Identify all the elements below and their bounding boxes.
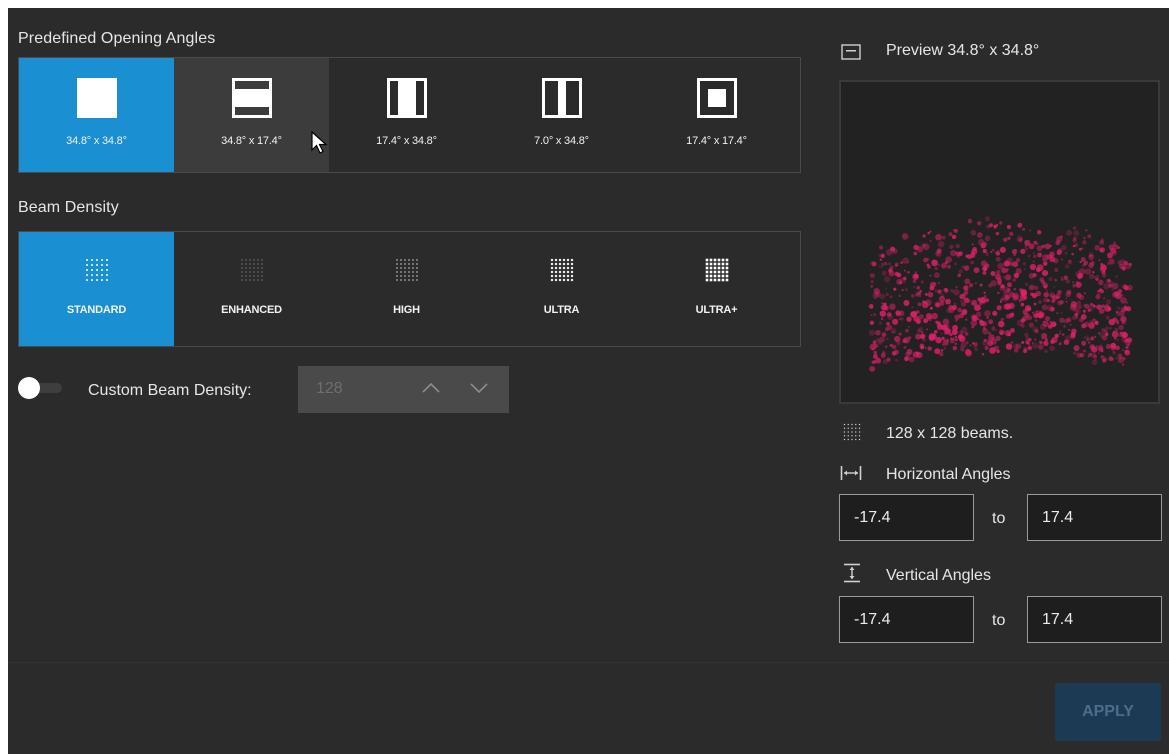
horizontal-max-field[interactable]: 17.4 bbox=[1027, 494, 1162, 541]
angle-option-17-4x34-8[interactable]: 17.4° x 34.8° bbox=[329, 58, 484, 172]
angle-option-34-8x17-4[interactable]: 34.8° x 17.4° bbox=[174, 58, 329, 172]
preview-canvas bbox=[839, 80, 1160, 404]
opening-angles-group: 34.8° x 34.8° 34.8° x 17.4° 17.4° x 34.8… bbox=[18, 57, 801, 173]
horizontal-max-value: 17.4 bbox=[1042, 509, 1074, 526]
beam-point-cloud bbox=[868, 216, 1133, 372]
vertical-min-field[interactable]: -17.4 bbox=[839, 596, 974, 643]
angle-option-label: 7.0° x 34.8° bbox=[534, 135, 589, 147]
horizontal-min-field[interactable]: -17.4 bbox=[839, 494, 974, 541]
dot-grid-icon bbox=[85, 259, 108, 281]
angle-option-7-0x34-8[interactable]: 7.0° x 34.8° bbox=[484, 58, 639, 172]
chevron-up-icon[interactable] bbox=[422, 381, 440, 395]
square-full-icon bbox=[76, 78, 117, 118]
density-option-label: ULTRA bbox=[543, 304, 580, 316]
vertical-band-icon bbox=[386, 78, 427, 118]
narrow-vertical-band-icon bbox=[541, 78, 582, 118]
angle-option-17-4x17-4[interactable]: 17.4° x 17.4° bbox=[639, 58, 794, 172]
density-option-label: STANDARD bbox=[66, 304, 127, 316]
horizontal-range-icon bbox=[840, 466, 862, 480]
horizontal-min-value: -17.4 bbox=[854, 509, 891, 526]
angle-option-label: 17.4° x 34.8° bbox=[376, 135, 437, 147]
density-option-ultra-plus[interactable]: ULTRA+ bbox=[639, 232, 794, 346]
horizontal-band-icon bbox=[231, 78, 272, 118]
apply-button[interactable]: APPLY bbox=[1055, 683, 1161, 741]
center-square-icon bbox=[696, 78, 737, 118]
horizontal-to-label: to bbox=[992, 510, 1006, 527]
vertical-to-label: to bbox=[992, 612, 1006, 629]
custom-density-toggle[interactable] bbox=[18, 377, 66, 399]
density-option-enhanced[interactable]: ENHANCED bbox=[174, 232, 329, 346]
toggle-knob bbox=[18, 377, 40, 399]
density-option-high[interactable]: HIGH bbox=[329, 232, 484, 346]
vertical-min-value: -17.4 bbox=[854, 611, 891, 628]
angle-option-label: 34.8° x 17.4° bbox=[221, 135, 282, 147]
dot-grid-icon bbox=[240, 259, 263, 281]
custom-density-label: Custom Beam Density: bbox=[88, 382, 252, 399]
density-option-label: ULTRA+ bbox=[695, 304, 738, 316]
opening-angles-title: Predefined Opening Angles bbox=[18, 30, 216, 47]
preview-icon bbox=[841, 44, 861, 60]
point-cloud-group bbox=[868, 216, 1133, 372]
density-option-label: ENHANCED bbox=[221, 304, 282, 316]
beams-count: 128 x 128 beams. bbox=[886, 425, 1014, 442]
angle-option-label: 34.8° x 34.8° bbox=[66, 135, 127, 147]
dot-grid-icon bbox=[550, 258, 573, 282]
footer-divider bbox=[8, 662, 1169, 663]
beams-grid-icon bbox=[843, 423, 861, 441]
custom-density-value: 128 bbox=[316, 380, 343, 397]
density-option-standard[interactable]: STANDARD bbox=[19, 232, 174, 346]
angle-option-label: 17.4° x 17.4° bbox=[686, 135, 747, 147]
angle-option-34-8x34-8[interactable]: 34.8° x 34.8° bbox=[19, 58, 174, 172]
preview-title: Preview 34.8° x 34.8° bbox=[886, 42, 1040, 59]
vertical-angles-title: Vertical Angles bbox=[886, 567, 991, 584]
beam-density-group: STANDARD ENHANCED HIGH ULTRA ULTRA+ bbox=[18, 231, 801, 347]
beam-density-title: Beam Density bbox=[18, 199, 119, 216]
mouse-cursor-icon bbox=[311, 131, 328, 154]
custom-density-stepper[interactable]: 128 bbox=[298, 366, 509, 413]
vertical-max-value: 17.4 bbox=[1042, 611, 1074, 628]
chevron-down-icon[interactable] bbox=[470, 381, 488, 395]
horizontal-angles-title: Horizontal Angles bbox=[886, 466, 1011, 483]
vertical-max-field[interactable]: 17.4 bbox=[1027, 596, 1162, 643]
density-option-label: HIGH bbox=[393, 304, 420, 316]
vertical-range-icon bbox=[844, 563, 860, 583]
dot-grid-icon bbox=[395, 259, 418, 281]
dot-grid-icon bbox=[705, 258, 728, 282]
density-option-ultra[interactable]: ULTRA bbox=[484, 232, 639, 346]
